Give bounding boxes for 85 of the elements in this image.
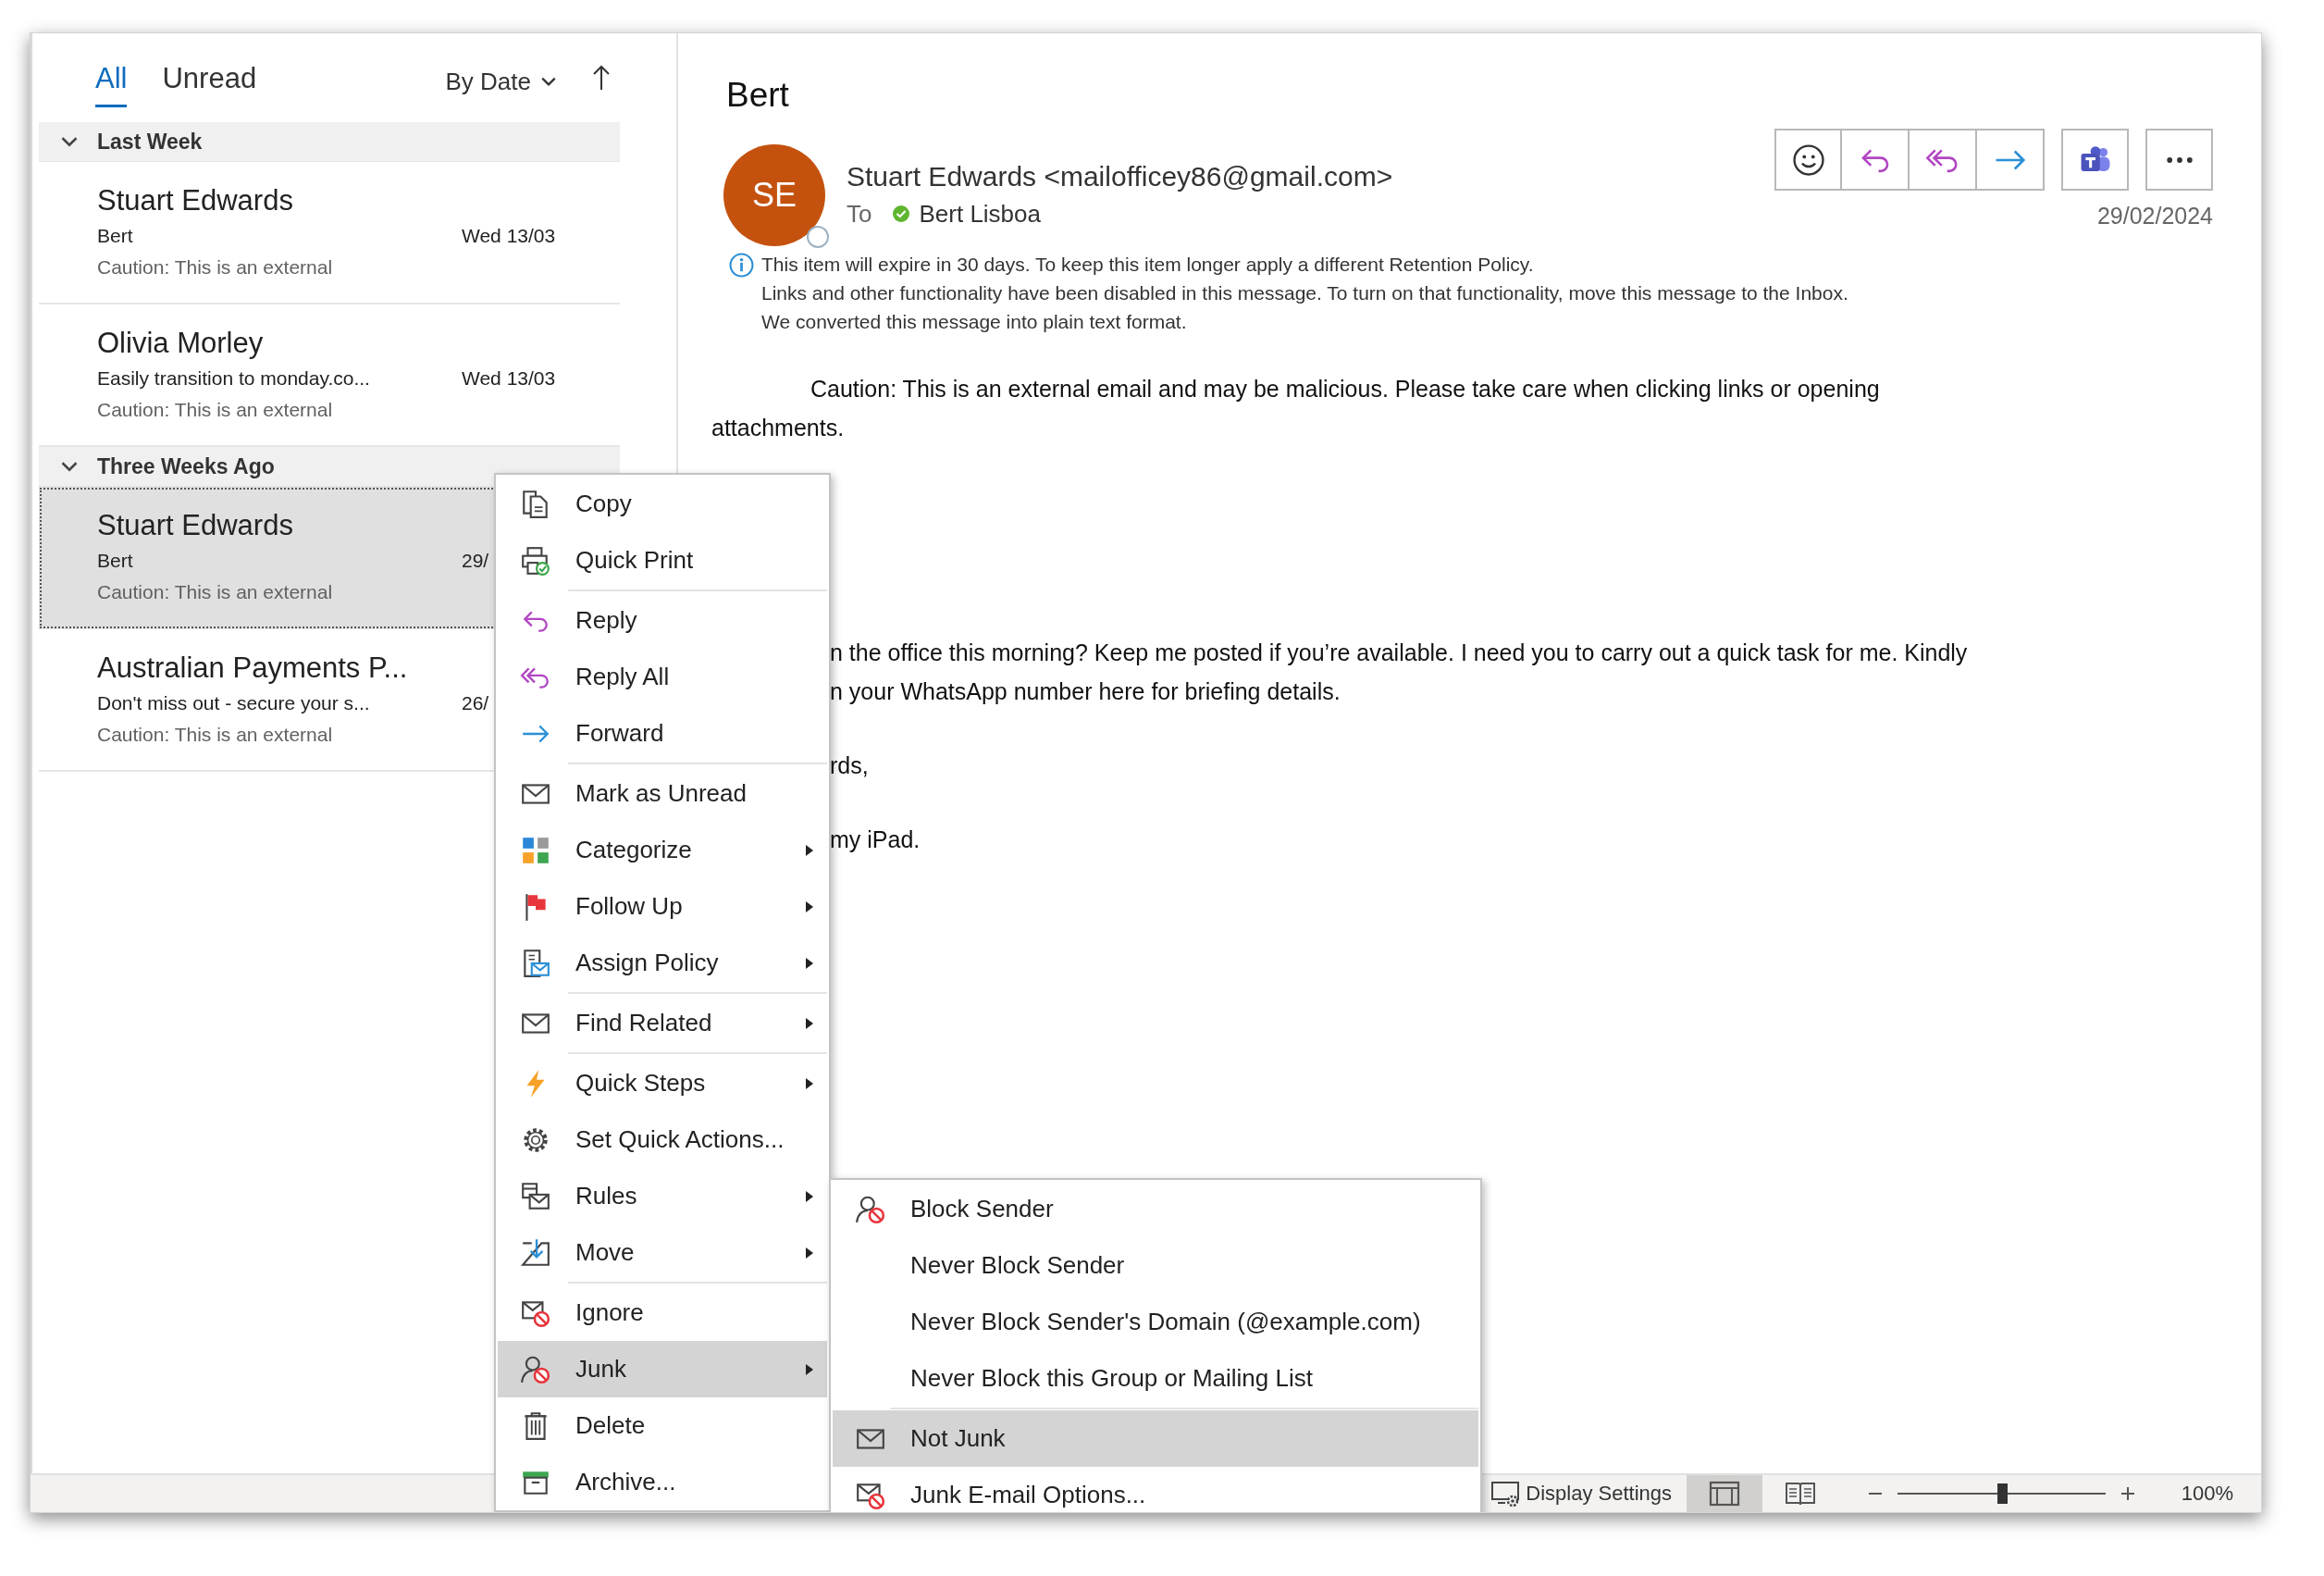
message-date: 26/: [462, 691, 489, 715]
info-icon: [729, 253, 754, 278]
menu-item[interactable]: Archive...: [498, 1454, 827, 1510]
menu-item[interactable]: Move: [498, 1224, 827, 1284]
info-text: Links and other functionality have been disabled in this message. To turn on that functionality, move this message to the Inbox.: [761, 281, 1848, 305]
submenu-arrow-icon: [805, 956, 814, 970]
zoom-slider[interactable]: [1898, 1483, 2106, 1504]
sender-address: Stuart Edwards <mailofficey86@gmail.com>: [847, 160, 1393, 193]
body-text: rds,: [830, 751, 870, 780]
menu-item[interactable]: Assign Policy: [498, 935, 827, 995]
menu-item[interactable]: Junk E-mail Options...: [833, 1467, 1478, 1512]
menu-item[interactable]: Block Sender: [833, 1181, 1478, 1237]
sender-name: Stuart Edwards: [97, 183, 293, 218]
submenu-arrow-icon: [805, 1076, 814, 1090]
submenu-arrow-icon: [805, 1016, 814, 1030]
message-date: Wed 13/03: [462, 366, 556, 391]
message-subject: Easily transition to monday.co...: [97, 366, 370, 391]
message-subject: Don't miss out - secure your s...: [97, 691, 370, 715]
body-text: my iPad.: [830, 825, 921, 854]
sender-name: Australian Payments P...: [97, 651, 408, 686]
message-preview: Caution: This is an external: [97, 398, 333, 422]
filter-tab[interactable]: Unread: [162, 54, 257, 107]
menu-item[interactable]: Quick Steps: [498, 1055, 827, 1111]
display-settings-button[interactable]: Display Settings: [1490, 1480, 1672, 1508]
info-text: We converted this message into plain text format.: [761, 310, 1188, 334]
reply-all-button[interactable]: [1910, 129, 1977, 191]
recipient-name[interactable]: Bert Lisboa: [919, 199, 1041, 229]
message-date: 29/: [462, 549, 489, 573]
presence-ring-icon: [807, 226, 829, 248]
team-button[interactable]: [2061, 129, 2129, 191]
submenu-arrow-icon: [805, 1246, 814, 1260]
menu-item[interactable]: Categorize: [498, 822, 827, 878]
body-text: attachments.: [711, 414, 846, 442]
menu-item[interactable]: Follow Up: [498, 878, 827, 935]
message-date: Wed 13/03: [462, 224, 556, 248]
menu-item[interactable]: Junk: [498, 1341, 827, 1397]
to-label: To: [847, 199, 872, 229]
message-title: Bert: [726, 75, 790, 116]
body-text: n the office this morning? Keep me posted if you’re available. I need you to carry out a quick task for me. Kindly: [830, 639, 1969, 667]
message-preview: Caution: This is an external: [97, 723, 333, 747]
check-circle-icon: [892, 205, 911, 223]
smiley-icon: [1790, 142, 1826, 178]
message-subject: Bert: [97, 224, 133, 248]
message-preview: Caution: This is an external: [97, 255, 333, 279]
zoom-in-icon[interactable]: [2119, 1484, 2137, 1503]
menu-item[interactable]: Rules: [498, 1168, 827, 1224]
group-header[interactable]: Three Weeks Ago: [39, 447, 620, 487]
printer-icon: [520, 544, 551, 577]
menu-item[interactable]: Never Block this Group or Mailing List: [833, 1350, 1478, 1410]
reaction-button[interactable]: [1774, 129, 1842, 191]
move-icon: [520, 1236, 551, 1269]
forward-button[interactable]: [1977, 129, 2045, 191]
arrow-up-icon[interactable]: [592, 64, 611, 92]
menu-item[interactable]: Not Junk: [833, 1410, 1478, 1467]
zoom-slider-thumb[interactable]: [1996, 1483, 2008, 1504]
submenu-arrow-icon: [805, 1362, 814, 1376]
body-text: Caution: This is an external email and may be malicious. Please take care when clicking links or opening: [810, 375, 1881, 403]
normal-view-button[interactable]: [1687, 1475, 1762, 1512]
documents-envelope-icon: [520, 1180, 551, 1212]
normal-view-icon: [1709, 1481, 1740, 1507]
sender-name: Olivia Morley: [97, 326, 264, 361]
message-subject: Bert: [97, 549, 133, 573]
body-text: n your WhatsApp number here for briefing details.: [830, 677, 1341, 706]
menu-item[interactable]: Never Block Sender: [833, 1237, 1478, 1294]
menu-item[interactable]: Find Related: [498, 995, 827, 1055]
submenu-arrow-icon: [805, 1189, 814, 1203]
message-date: 29/02/2024: [2096, 202, 2213, 230]
group-header[interactable]: Last Week: [39, 122, 620, 162]
more-icon: [2165, 156, 2194, 163]
reply-button[interactable]: [1842, 129, 1910, 191]
menu-item[interactable]: Set Quick Actions...: [498, 1111, 827, 1168]
zoom-level: 100%: [2180, 1482, 2233, 1506]
display-settings-label: Display Settings: [1526, 1482, 1672, 1506]
submenu-arrow-icon: [805, 843, 814, 857]
info-text: This item will expire in 30 days. To keep this item longer apply a different Retention Policy.: [761, 253, 1535, 277]
submenu-arrow-icon: [805, 900, 814, 913]
message-item[interactable]: Stuart Edwards Bert Wed 13/03 Caution: This is an external: [39, 162, 620, 304]
message-preview: Caution: This is an external: [97, 580, 333, 604]
book-icon: [1785, 1481, 1816, 1507]
menu-item[interactable]: Delete: [498, 1397, 827, 1454]
menu-item[interactable]: Never Block Sender's Domain (@example.com): [833, 1294, 1478, 1350]
menu-item[interactable]: Ignore: [498, 1284, 827, 1341]
sort-dropdown[interactable]: By Date: [445, 67, 557, 96]
sender-name: Stuart Edwards: [97, 508, 293, 543]
filter-tab[interactable]: All: [95, 54, 128, 107]
